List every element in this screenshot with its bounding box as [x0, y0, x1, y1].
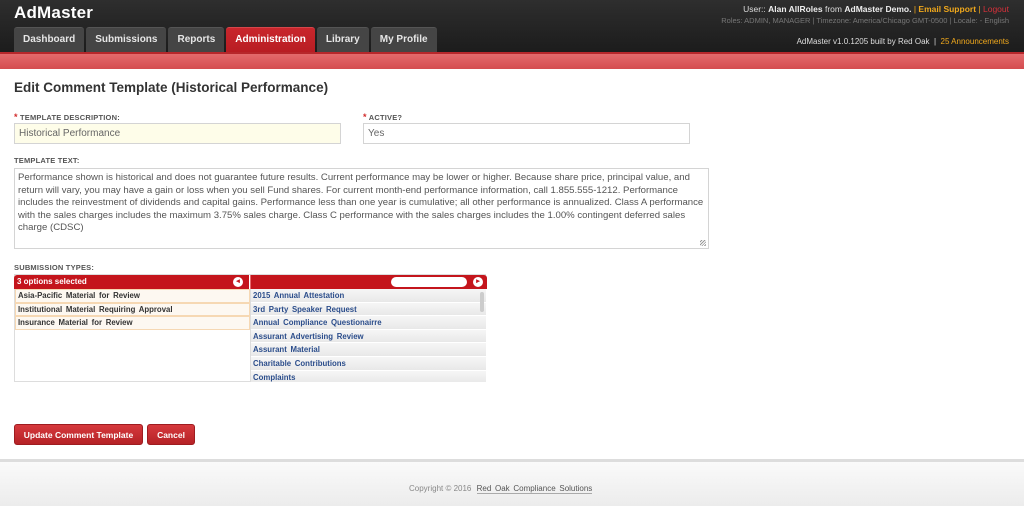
submission-types-multiselect: 3 options selected ◂ ▸ Asia-Pacific Mate… [14, 274, 487, 382]
page-title: Edit Comment Template (Historical Perfor… [14, 80, 329, 95]
template-description-input[interactable]: Historical Performance [14, 123, 341, 144]
selected-list: Asia-Pacific Material for Review Institu… [15, 289, 250, 330]
tab-submissions[interactable]: Submissions [86, 27, 167, 52]
top-header: AdMaster Dashboard Submissions Reports A… [0, 0, 1024, 52]
required-marker: * [14, 112, 18, 122]
available-list: 2015 Annual Attestation 3rd Party Speake… [250, 289, 486, 382]
app-logo: AdMaster [14, 3, 94, 22]
update-comment-template-button[interactable]: Update Comment Template [14, 424, 143, 445]
available-item[interactable]: Charitable Contributions [251, 356, 486, 371]
user-prefix: User:: [743, 4, 766, 14]
resize-handle-icon[interactable] [700, 240, 706, 246]
available-item[interactable]: 2015 Annual Attestation [251, 289, 486, 303]
available-item[interactable]: 3rd Party Speaker Request [251, 302, 486, 317]
required-marker: * [363, 112, 367, 122]
user-from: from [824, 4, 842, 14]
company-link[interactable]: Red Oak Compliance Solutions [476, 484, 593, 494]
tab-dashboard[interactable]: Dashboard [14, 27, 85, 52]
separator: | [978, 4, 981, 14]
user-name: Alan AllRoles [768, 4, 823, 14]
available-item[interactable]: Assurant Material [251, 343, 486, 357]
footer: Copyright © 2016 Red Oak Compliance Solu… [0, 459, 1024, 506]
announcements-link[interactable]: 25 Announcements [941, 37, 1010, 46]
user-org: AdMaster Demo. [844, 4, 912, 14]
copyright-text: Copyright © 2016 [409, 484, 472, 493]
roles-info: Roles: ADMIN, MANAGER | Timezone: Americ… [721, 16, 1009, 25]
logout-link[interactable]: Logout [983, 4, 1009, 14]
template-text-value: Performance shown is historical and does… [18, 172, 704, 234]
available-item[interactable]: Annual Compliance Questionairre [251, 316, 486, 330]
version-text: AdMaster v1.0.1205 built by Red Oak [796, 37, 930, 46]
selected-header: 3 options selected ◂ [14, 275, 249, 289]
submission-types-label: SUBMISSION TYPES: [14, 263, 95, 272]
selected-item[interactable]: Insurance Material for Review [15, 316, 250, 330]
label-text: TEMPLATE DESCRIPTION: [20, 113, 120, 122]
separator: | [913, 4, 917, 14]
template-text-label: TEMPLATE TEXT: [14, 156, 80, 165]
tab-my-profile[interactable]: My Profile [370, 27, 437, 52]
user-info: User:: Alan AllRoles from AdMaster Demo.… [743, 4, 1009, 14]
selected-item[interactable]: Institutional Material Requiring Approva… [15, 302, 250, 316]
version-info: AdMaster v1.0.1205 built by Red Oak | 25… [796, 37, 1010, 46]
copyright: Copyright © 2016 Red Oak Compliance Solu… [409, 484, 593, 494]
email-support-link[interactable]: Email Support [918, 4, 976, 14]
template-text-textarea[interactable]: Performance shown is historical and does… [14, 168, 709, 249]
available-item[interactable]: Complaints [251, 370, 486, 382]
remove-all-icon[interactable]: ◂ [233, 277, 243, 287]
cancel-button[interactable]: Cancel [147, 424, 195, 445]
header-red-bar [0, 52, 1024, 69]
main-nav: Dashboard Submissions Reports Administra… [14, 27, 437, 52]
active-label: * ACTIVE? [363, 112, 402, 122]
available-search-input[interactable] [391, 277, 467, 287]
add-all-icon[interactable]: ▸ [473, 277, 483, 287]
available-header: ▸ [250, 275, 487, 289]
tab-library[interactable]: Library [316, 27, 369, 52]
tab-administration[interactable]: Administration [226, 27, 315, 52]
template-description-label: * TEMPLATE DESCRIPTION: [14, 112, 120, 122]
selected-count: 3 options selected [17, 277, 87, 286]
available-item[interactable]: Assurant Advertising Review [251, 329, 486, 344]
tab-reports[interactable]: Reports [168, 27, 225, 52]
selected-item[interactable]: Asia-Pacific Material for Review [15, 289, 250, 303]
label-text: ACTIVE? [368, 113, 403, 122]
available-scrollbar[interactable] [480, 292, 484, 312]
active-select[interactable]: Yes [363, 123, 690, 144]
